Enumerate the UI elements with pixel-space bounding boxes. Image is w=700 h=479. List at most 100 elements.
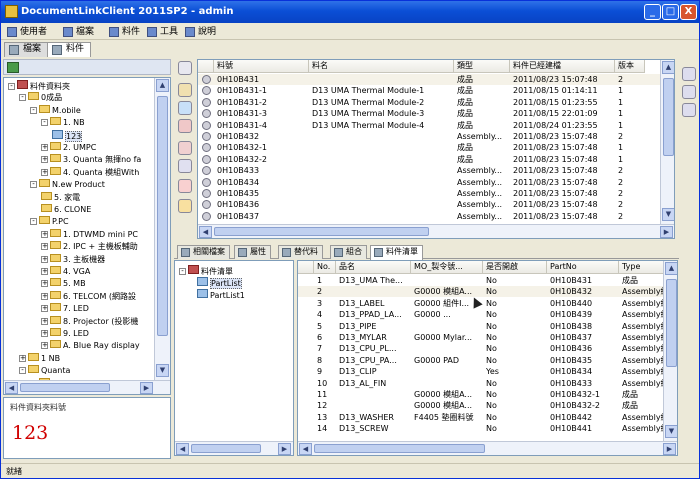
scroll-right-arrow[interactable]: ▶: [663, 443, 676, 455]
refresh-icon[interactable]: [178, 141, 192, 155]
subtree-item[interactable]: PartList: [197, 277, 242, 289]
expand-toggle[interactable]: -: [19, 94, 26, 102]
scroll-thumb[interactable]: [157, 96, 168, 336]
bottom-tab[interactable]: 相關檔案: [177, 245, 230, 259]
subtree-item[interactable]: PartList1: [197, 289, 245, 300]
expand-toggle[interactable]: +: [41, 292, 48, 300]
tree-node[interactable]: 5. 家電: [41, 191, 80, 203]
tree-node[interactable]: +6. TELCOM (網路設: [41, 290, 136, 302]
column-header[interactable]: 料件已經建檔: [510, 60, 615, 73]
tree-node[interactable]: +2. IPC + 主機板輔助: [41, 241, 138, 252]
scroll-left-arrow[interactable]: ◀: [199, 226, 212, 238]
tree-node[interactable]: - 0成品: [19, 92, 62, 103]
expand-toggle[interactable]: +: [41, 330, 48, 337]
scroll-left-arrow[interactable]: ◀: [299, 443, 312, 455]
table-row[interactable]: 9 D13_CLIP Yes 0H10B434 Assembly組件: [298, 366, 677, 377]
scroll-thumb[interactable]: [663, 78, 674, 156]
arrow-right-icon[interactable]: [682, 85, 696, 99]
scroll-right-arrow[interactable]: ▶: [140, 382, 153, 394]
refresh-icon[interactable]: [7, 62, 19, 73]
tree-node[interactable]: 123: [52, 129, 83, 142]
expand-toggle[interactable]: +: [41, 317, 48, 325]
table-row[interactable]: 6 D13_MYLAR G0000 Mylar... No 0H10B437 Assemb…: [298, 332, 677, 343]
bottom-tab[interactable]: 屬性: [234, 245, 271, 259]
column-header[interactable]: 是否開啟: [483, 261, 547, 274]
menu-user[interactable]: 使用者: [7, 25, 47, 39]
tree-node[interactable]: 6. CLONE: [41, 204, 91, 215]
table-row[interactable]: 0H10B431-2 D13 UMA Thermal Module-2 成品 2011…: [198, 97, 674, 108]
tree-node[interactable]: +1 NB: [19, 352, 60, 364]
tree-node[interactable]: +5. MB: [41, 278, 86, 289]
bottom-tab[interactable]: 組合: [330, 245, 367, 259]
expand-toggle[interactable]: +: [19, 354, 26, 362]
tree-node[interactable]: - N.ew Product: [30, 179, 105, 190]
expand-toggle[interactable]: +: [41, 342, 48, 350]
expand-toggle[interactable]: -: [19, 367, 26, 375]
table-row[interactable]: 5 D13_PIPE No 0H10B438 Assembly組件: [298, 321, 677, 332]
tree-node[interactable]: - 1. NB: [41, 117, 85, 128]
expand-toggle[interactable]: +: [41, 268, 48, 275]
arrow-down-icon[interactable]: [682, 103, 696, 117]
menu-help[interactable]: 說明: [185, 25, 216, 39]
column-header[interactable]: 料名: [309, 60, 454, 73]
table-row[interactable]: 3 D13_LABEL G0000 組件I... No 0H10B440 Assembly…: [298, 298, 677, 309]
scroll-right-arrow[interactable]: ▶: [660, 226, 673, 238]
expand-toggle[interactable]: +: [41, 156, 48, 164]
delete-icon[interactable]: [178, 119, 192, 133]
column-header[interactable]: 品名: [336, 261, 411, 274]
table-row[interactable]: 1 D13_UMA The... No 0H10B431 成品: [298, 275, 677, 286]
menu-file[interactable]: 檔案: [63, 25, 94, 39]
column-header[interactable]: No.: [314, 261, 336, 274]
scroll-left-arrow[interactable]: ◀: [176, 443, 189, 455]
expand-toggle[interactable]: +: [41, 144, 48, 151]
search-icon[interactable]: [178, 61, 192, 75]
expand-toggle[interactable]: +: [41, 243, 48, 251]
table-row[interactable]: 0H10B431-3 D13 UMA Thermal Module-3 成品 2011…: [198, 108, 674, 119]
table-row[interactable]: 0H10B432-1 成品 2011/08/23 15:07:48 1: [198, 142, 674, 153]
scroll-thumb[interactable]: [214, 227, 429, 236]
table-row[interactable]: 7 D13_CPU_PL... No 0H10B436 Assembly組件: [298, 343, 677, 354]
subtree-root[interactable]: - 料件清單: [179, 265, 233, 276]
horizontal-scrollbar[interactable]: ◀ ▶: [198, 224, 674, 238]
expand-toggle[interactable]: -: [41, 119, 48, 127]
table-row[interactable]: 0H10B434 Assembly... 2011/08/23 15:07:48 2: [198, 177, 674, 188]
tree-node[interactable]: +2. UMPC: [41, 142, 96, 153]
part-list-tree[interactable]: - 料件清單 PartList PartList1 ◀ ▶: [174, 260, 294, 456]
settings-icon[interactable]: [178, 159, 192, 173]
add-icon[interactable]: [178, 83, 192, 97]
tree-node[interactable]: +8. Projector (投影機: [41, 315, 138, 327]
tree-node[interactable]: - 料件資料夾: [8, 80, 70, 91]
table-row[interactable]: 14 D13_SCREW No 0H10B441 Assembly組件: [298, 423, 677, 434]
maximize-button[interactable]: □: [662, 4, 679, 20]
part-folder-tree[interactable]: - 料件資料夾 -0成品 - M.obile -1. NB 123 +2. UMPC +3. Q…: [3, 77, 171, 395]
scroll-up-arrow[interactable]: ▲: [665, 262, 677, 275]
scroll-thumb[interactable]: [191, 444, 261, 453]
column-header[interactable]: 版本: [615, 60, 645, 73]
menu-tools[interactable]: 工具: [147, 25, 178, 39]
table-row[interactable]: 0H10B431-1 D13 UMA Thermal Module-1 成品 2011…: [198, 85, 674, 96]
tree-node[interactable]: +4. VGA: [41, 266, 90, 277]
horizontal-scrollbar[interactable]: ◀ ▶: [175, 441, 293, 455]
scroll-left-arrow[interactable]: ◀: [5, 382, 18, 394]
vertical-scrollbar[interactable]: ▲ ▼: [663, 261, 677, 441]
tree-node[interactable]: +9. LED: [41, 328, 89, 339]
horizontal-scrollbar[interactable]: ◀ ▶: [298, 441, 677, 455]
close-button[interactable]: X: [680, 4, 697, 20]
table-row[interactable]: 11 G0000 模組A... No 0H10B432-1 成品: [298, 389, 677, 400]
menu-part[interactable]: 料件: [109, 25, 140, 39]
vertical-scrollbar[interactable]: ▲ ▼: [154, 78, 170, 380]
tab-parts[interactable]: 料件: [47, 42, 92, 57]
expand-toggle[interactable]: +: [41, 168, 48, 176]
part-list-grid[interactable]: 料號 料名 類型 料件已經建檔 版本 0H10B431 成品 2011/08/23 15:07…: [197, 59, 675, 239]
table-row[interactable]: 12 G0000 模組A... No 0H10B432-2 成品: [298, 400, 677, 411]
scroll-down-arrow[interactable]: ▼: [156, 364, 169, 377]
scroll-thumb[interactable]: [666, 279, 677, 367]
edit-icon[interactable]: [178, 101, 192, 115]
scroll-thumb[interactable]: [314, 444, 485, 453]
expand-toggle[interactable]: +: [41, 280, 48, 288]
expand-toggle[interactable]: -: [30, 106, 37, 114]
table-row[interactable]: 8 D13_CPU_PA... G0000 PAD No 0H10B435 Assembl…: [298, 355, 677, 366]
tree-node[interactable]: +7. LED: [41, 303, 89, 314]
folder-icon[interactable]: [178, 199, 192, 213]
table-row[interactable]: 0H10B432-2 成品 2011/08/23 15:07:48 1: [198, 154, 674, 165]
